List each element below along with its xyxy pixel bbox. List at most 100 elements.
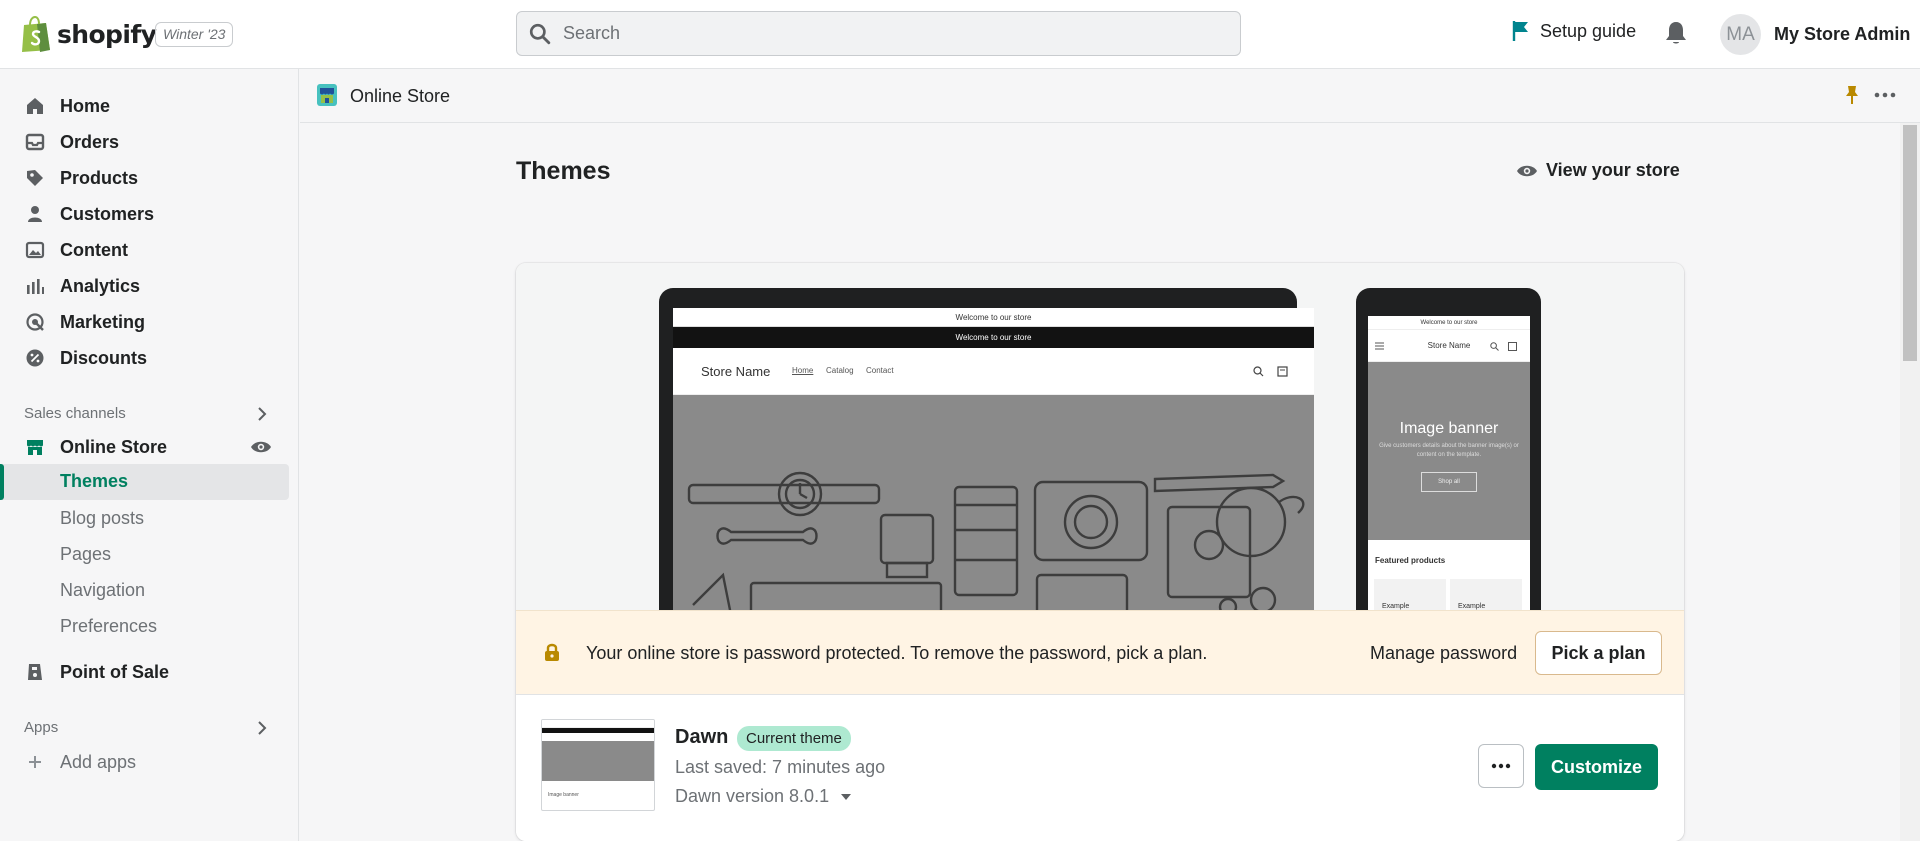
- sidebar-item-label: Marketing: [60, 311, 146, 332]
- product-card-label: Example: [1382, 603, 1410, 610]
- theme-thumbnail[interactable]: Image banner: [541, 719, 655, 811]
- product-card: Example: [1450, 579, 1522, 610]
- cart-icon: [1277, 366, 1288, 377]
- target-icon: [24, 311, 46, 333]
- theme-preview[interactable]: Welcome to our store Welcome to our stor…: [516, 263, 1684, 610]
- theme-name: Dawn: [675, 726, 729, 748]
- desktop-preview-screen: Welcome to our store Welcome to our stor…: [673, 308, 1314, 610]
- sidebar-item-orders[interactable]: Orders: [24, 125, 119, 159]
- mobile-banner-title: Image banner: [1399, 420, 1499, 437]
- sidebar-item-blog-posts[interactable]: Blog posts: [60, 508, 144, 529]
- mobile-shop-all-button: Shop all: [1421, 472, 1477, 492]
- app-title: Online Store: [350, 86, 451, 106]
- eye-icon: [1517, 165, 1537, 176]
- pick-a-plan-button[interactable]: Pick a plan: [1535, 631, 1662, 675]
- chevron-right-icon[interactable]: [256, 720, 268, 736]
- account-menu[interactable]: MA My Store Admin: [1720, 14, 1910, 55]
- customize-button[interactable]: Customize: [1535, 744, 1658, 790]
- chevron-right-icon[interactable]: [256, 406, 268, 422]
- thumb-header: [542, 733, 654, 741]
- sidebar-item-online-store[interactable]: Online Store: [24, 430, 167, 464]
- shopify-bag-icon: [20, 15, 51, 52]
- mobile-store-name: Store Name: [1427, 341, 1471, 350]
- current-theme-card: Welcome to our store Welcome to our stor…: [516, 263, 1684, 841]
- plus-icon: [24, 751, 46, 773]
- sidebar-item-label: Home: [60, 95, 111, 116]
- announcement-bar-dark: Welcome to our store: [673, 327, 1314, 348]
- sidebar-item-discounts[interactable]: Discounts: [24, 341, 147, 375]
- sidebar-item-label: Products: [60, 167, 139, 188]
- sidebar-item-products[interactable]: Products: [24, 161, 138, 195]
- caret-down-icon: [841, 793, 852, 800]
- sidebar-item-navigation[interactable]: Navigation: [60, 580, 145, 601]
- more-horizontal-icon[interactable]: [1874, 85, 1896, 105]
- thumb-announcement: [542, 720, 654, 728]
- more-horizontal-icon: [1491, 763, 1511, 769]
- preview-nav-home: Home: [792, 366, 814, 375]
- preview-nav-contact: Contact: [866, 366, 894, 375]
- search-icon: [529, 23, 551, 44]
- sidebar-item-pages[interactable]: Pages: [60, 544, 111, 565]
- current-theme-row: Image banner Dawn Current theme Last sav…: [516, 695, 1684, 841]
- app-header-bar: Online Store: [300, 69, 1920, 123]
- pin-icon[interactable]: [1844, 85, 1860, 105]
- online-store-icon: [317, 84, 337, 106]
- brand-wordmark: shopify: [57, 19, 157, 49]
- search-icon: [1490, 342, 1499, 351]
- desktop-preview: Welcome to our store Welcome to our stor…: [659, 288, 1314, 610]
- announcement-bar: Welcome to our store: [673, 308, 1314, 327]
- product-card: Example: [1374, 579, 1446, 610]
- lock-icon: [545, 643, 559, 661]
- sidebar-item-content[interactable]: Content: [24, 233, 128, 267]
- mobile-preview: Welcome to our store Store Name Image ba…: [1356, 288, 1541, 610]
- person-icon: [24, 203, 46, 225]
- preview-store-name: Store Name: [701, 364, 771, 379]
- search-bar[interactable]: [516, 11, 1241, 56]
- mobile-image-banner: Image banner Give customers details abou…: [1368, 362, 1530, 540]
- theme-actions-button[interactable]: [1478, 744, 1524, 788]
- orders-icon: [24, 131, 46, 153]
- mobile-announcement-bar: Welcome to our store: [1368, 316, 1530, 330]
- manage-password-link[interactable]: Manage password: [1370, 643, 1517, 664]
- sidebar-item-label: Point of Sale: [60, 661, 170, 682]
- scrollbar-thumb[interactable]: [1903, 125, 1917, 361]
- active-indicator: [0, 464, 4, 500]
- page-title: Themes: [516, 157, 611, 185]
- sidebar: Home Orders Products Customers Content A…: [0, 69, 299, 841]
- sidebar-item-label: Add apps: [60, 751, 137, 772]
- last-saved-text: Last saved: 7 minutes ago: [675, 757, 886, 777]
- top-bar: shopify Winter '23 Setup guide MA My Sto…: [0, 0, 1920, 69]
- preview-header: Store Name Home Catalog Contact: [673, 348, 1314, 395]
- cart-icon: [1508, 342, 1517, 351]
- view-store-link[interactable]: View your store: [1516, 160, 1680, 181]
- sidebar-item-point-of-sale[interactable]: Point of Sale: [24, 655, 169, 689]
- sidebar-item-customers[interactable]: Customers: [24, 197, 154, 231]
- sidebar-item-marketing[interactable]: Marketing: [24, 305, 145, 339]
- sidebar-item-add-apps[interactable]: Add apps: [24, 745, 136, 779]
- eye-icon[interactable]: [250, 440, 272, 454]
- discount-icon: [24, 347, 46, 369]
- mobile-preview-screen: Welcome to our store Store Name Image ba…: [1368, 316, 1530, 610]
- scrollbar[interactable]: [1900, 123, 1920, 841]
- sidebar-item-label: Analytics: [60, 275, 141, 296]
- password-protected-banner: Your online store is password protected.…: [516, 610, 1684, 695]
- search-input[interactable]: [563, 23, 1163, 44]
- bar-chart-icon: [24, 275, 46, 297]
- sidebar-item-themes[interactable]: Themes: [0, 464, 289, 500]
- setup-guide-button[interactable]: Setup guide: [1512, 20, 1636, 42]
- thumb-hero: [542, 741, 654, 781]
- search-icon: [1253, 366, 1264, 377]
- notifications-bell-icon[interactable]: [1664, 20, 1688, 51]
- shopify-logo[interactable]: shopify: [20, 15, 157, 52]
- sales-channels-heading: Sales channels: [24, 405, 126, 422]
- setup-guide-label: Setup guide: [1540, 20, 1637, 41]
- mobile-banner-text: Give customers details about the banner …: [1379, 443, 1519, 458]
- edition-badge: Winter '23: [155, 22, 234, 47]
- password-message: Your online store is password protected.…: [586, 643, 1208, 663]
- sidebar-item-preferences[interactable]: Preferences: [60, 616, 157, 637]
- sidebar-item-label: Content: [60, 239, 128, 260]
- sidebar-item-home[interactable]: Home: [24, 89, 110, 123]
- theme-version-dropdown[interactable]: Dawn version 8.0.1: [675, 786, 852, 807]
- sidebar-item-analytics[interactable]: Analytics: [24, 269, 140, 303]
- home-icon: [24, 95, 46, 117]
